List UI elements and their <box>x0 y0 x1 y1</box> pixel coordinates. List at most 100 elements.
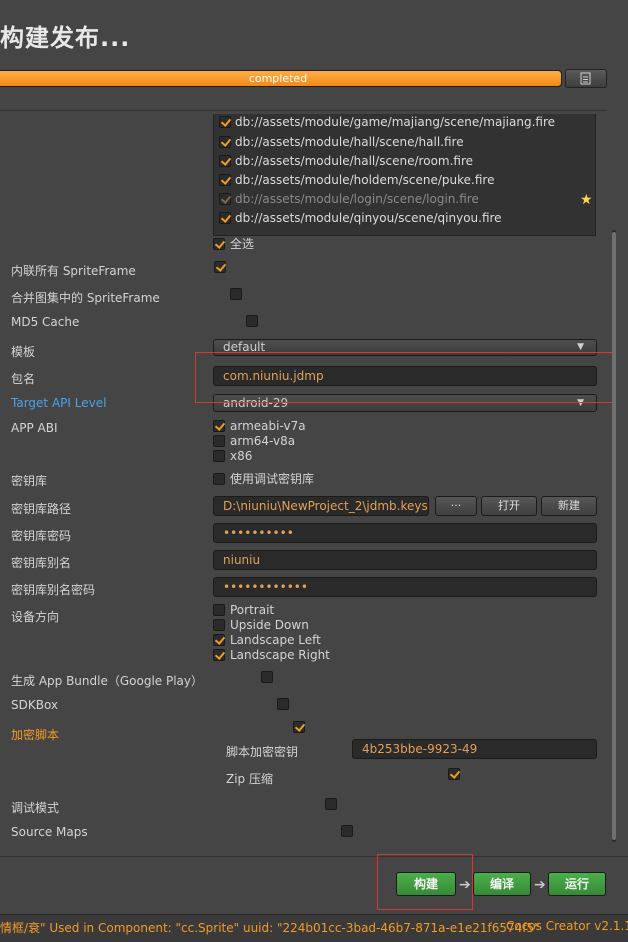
orientation-label: 设备方向 <box>11 610 60 624</box>
target-api-value: android-29 <box>223 396 289 410</box>
target-api-label: Target API Level <box>11 396 107 410</box>
select-all-option[interactable]: 全选 <box>213 236 254 251</box>
alias-password-label: 密钥库别名密码 <box>11 583 96 597</box>
zip-compress-label: Zip 压缩 <box>226 772 273 786</box>
source-maps-label: Source Maps <box>11 825 88 839</box>
app-bundle-label: 生成 App Bundle（Google Play） <box>11 674 204 688</box>
debug-keystore-label: 使用调试密钥库 <box>230 472 315 486</box>
abi-option-label: armeabi-v7a <box>230 418 306 433</box>
source-maps-checkbox[interactable] <box>340 825 353 837</box>
scene-list[interactable]: db://assets/module/game/majiang/scene/ma… <box>213 114 596 236</box>
scene-checkbox[interactable] <box>219 173 231 186</box>
merge-spriteframe-label: 合并图集中的 SpriteFrame <box>11 291 160 305</box>
inline-spriteframe-label: 内联所有 SpriteFrame <box>11 264 136 278</box>
orientation-option-label: Portrait <box>230 602 275 617</box>
abi-checkbox[interactable] <box>213 449 225 462</box>
encrypt-script-checkbox[interactable] <box>293 721 306 733</box>
orientation-checkbox[interactable] <box>213 603 225 616</box>
inline-spriteframe-checkbox[interactable] <box>214 261 226 273</box>
target-api-select[interactable]: android-29 ▼ <box>213 394 597 412</box>
md5-cache-checkbox[interactable] <box>245 315 258 327</box>
abi-option-x86[interactable]: x86 <box>213 448 252 463</box>
scene-checkbox[interactable] <box>219 211 231 224</box>
scene-item[interactable]: db://assets/module/game/majiang/scene/ma… <box>219 114 555 131</box>
md5-cache-label: MD5 Cache <box>11 315 80 329</box>
document-icon <box>580 72 591 85</box>
scene-item[interactable]: db://assets/module/hall/scene/hall.fire <box>219 132 464 151</box>
sdkbox-label: SDKBox <box>11 698 59 712</box>
browse-button[interactable]: ··· <box>435 496 477 516</box>
scene-path: db://assets/module/login/scene/login.fir… <box>235 191 479 206</box>
open-keystore-button[interactable]: 打开 <box>481 496 537 516</box>
orientation-option-landscape-right[interactable]: Landscape Right <box>213 647 330 662</box>
run-button[interactable]: 运行 <box>548 872 606 896</box>
scene-checkbox[interactable] <box>219 135 231 148</box>
sdkbox-checkbox[interactable] <box>277 698 290 710</box>
scene-path: db://assets/module/qinyou/scene/qinyou.f… <box>235 210 502 225</box>
select-all-checkbox[interactable] <box>213 237 225 250</box>
progress-label: completed <box>248 72 308 85</box>
select-all-label: 全选 <box>230 237 255 251</box>
alias-input[interactable]: niuniu <box>213 550 597 570</box>
scene-checkbox <box>219 192 231 205</box>
abi-option-armeabi[interactable]: armeabi-v7a <box>213 418 306 433</box>
keystore-path-label: 密钥库路径 <box>11 502 72 516</box>
compile-button[interactable]: 编译 <box>473 872 531 896</box>
debug-keystore-checkbox[interactable] <box>213 472 225 485</box>
scene-path: db://assets/module/hall/scene/hall.fire <box>235 134 464 149</box>
orientation-option-portrait[interactable]: Portrait <box>213 602 274 617</box>
template-label: 模板 <box>11 345 36 359</box>
new-keystore-button[interactable]: 新建 <box>541 496 597 516</box>
dropdown-arrow-icon: ▼ <box>577 398 584 408</box>
alias-label: 密钥库别名 <box>11 556 72 570</box>
scene-path: db://assets/module/game/majiang/scene/ma… <box>235 114 556 129</box>
abi-option-label: arm64-v8a <box>230 433 296 448</box>
orientation-checkbox[interactable] <box>213 633 225 646</box>
divider <box>0 110 607 111</box>
keystore-password-input[interactable]: •••••••••• <box>213 523 597 543</box>
scene-checkbox[interactable] <box>219 115 231 128</box>
build-button[interactable]: 构建 <box>396 872 456 896</box>
scene-item-start: db://assets/module/login/scene/login.fir… <box>219 189 479 208</box>
scene-item[interactable]: db://assets/module/qinyou/scene/qinyou.f… <box>219 208 502 227</box>
encrypt-key-input[interactable]: 4b253bbe-9923-49 <box>352 739 597 759</box>
debug-keystore-option[interactable]: 使用调试密钥库 <box>213 471 314 486</box>
scene-path: db://assets/module/hall/scene/room.fire <box>235 153 474 168</box>
encrypt-key-label: 脚本加密密钥 <box>226 745 299 759</box>
template-select[interactable]: default ▼ <box>213 339 597 356</box>
scene-path: db://assets/module/holdem/scene/puke.fir… <box>235 172 495 187</box>
app-version: Cocos Creator v2.1.1 <box>506 919 628 933</box>
abi-checkbox[interactable] <box>213 434 225 447</box>
orientation-option-label: Upside Down <box>230 617 309 632</box>
build-progress-bar: completed <box>0 70 562 87</box>
dropdown-arrow-icon: ▼ <box>577 342 584 352</box>
package-name-label: 包名 <box>11 372 36 386</box>
app-bundle-checkbox[interactable] <box>261 671 274 683</box>
abi-checkbox[interactable] <box>213 419 225 432</box>
abi-option-label: x86 <box>230 448 253 463</box>
scene-checkbox[interactable] <box>219 154 231 167</box>
orientation-option-upside-down[interactable]: Upside Down <box>213 617 309 632</box>
zip-compress-checkbox[interactable] <box>447 768 460 780</box>
arrow-right-icon: ➔ <box>459 877 471 893</box>
scene-item[interactable]: db://assets/module/holdem/scene/puke.fir… <box>219 170 494 189</box>
encrypt-script-label: 加密脚本 <box>11 728 60 742</box>
package-name-input[interactable]: com.niuniu.jdmp <box>213 366 597 386</box>
orientation-option-label: Landscape Right <box>230 647 330 662</box>
abi-option-arm64[interactable]: arm64-v8a <box>213 433 295 448</box>
open-log-button[interactable] <box>565 69 607 88</box>
status-message: 情框/衰" Used in Component: "cc.Sprite" uui… <box>0 921 540 935</box>
keystore-path-input[interactable]: D:\niuniu\NewProject_2\jdmb.keystore <box>213 496 429 516</box>
scrollbar-thumb[interactable] <box>612 232 616 840</box>
debug-mode-checkbox[interactable] <box>324 798 337 810</box>
merge-spriteframe-checkbox[interactable] <box>229 288 242 300</box>
orientation-checkbox[interactable] <box>213 618 225 631</box>
orientation-option-label: Landscape Left <box>230 632 321 647</box>
orientation-checkbox[interactable] <box>213 648 225 661</box>
alias-password-input[interactable]: •••••••••••• <box>213 577 597 597</box>
scene-item[interactable]: db://assets/module/hall/scene/room.fire <box>219 151 473 170</box>
keystore-password-label: 密钥库密码 <box>11 529 72 543</box>
orientation-option-landscape-left[interactable]: Landscape Left <box>213 632 321 647</box>
debug-mode-label: 调试模式 <box>11 801 60 815</box>
start-scene-star-icon: ★ <box>580 192 593 208</box>
